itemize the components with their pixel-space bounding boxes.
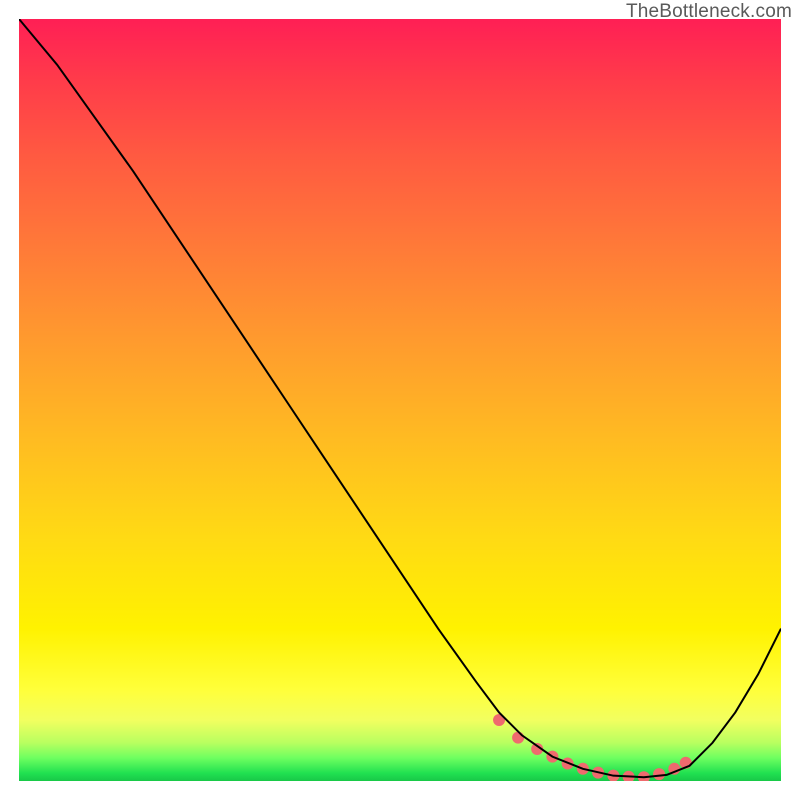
chart-container: TheBottleneck.com bbox=[0, 0, 800, 800]
chart-marker bbox=[653, 768, 665, 780]
chart-curve bbox=[19, 19, 781, 777]
watermark-label: TheBottleneck.com bbox=[626, 1, 792, 23]
chart-plot bbox=[19, 19, 781, 781]
chart-marker bbox=[512, 732, 524, 744]
